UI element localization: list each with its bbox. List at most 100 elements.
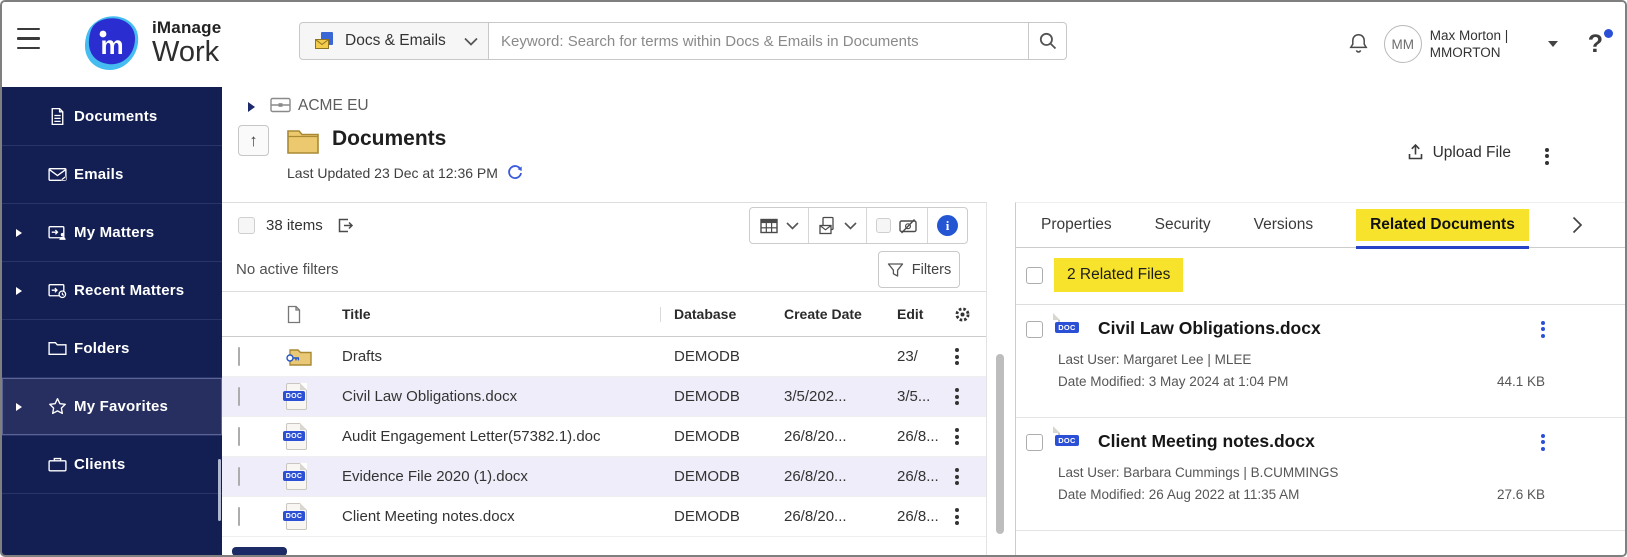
table-row[interactable]: DOC Evidence File 2020 (1).docx DEMODB 2… [222,457,986,497]
sidebar-item-recent-matters[interactable]: Recent Matters [2,261,222,319]
tab-related-documents[interactable]: Related Documents [1356,209,1529,249]
row-more-options-icon[interactable] [955,505,959,527]
file-checkbox[interactable] [1026,434,1043,451]
file-checkbox[interactable] [1026,321,1043,338]
info-icon: i [937,215,958,236]
table-row[interactable]: DOC Civil Law Obligations.docx DEMODB 3/… [222,377,986,417]
sidebar-item-my-favorites[interactable]: My Favorites [2,377,222,435]
preview-toggle-group[interactable] [866,208,927,243]
header-more-options-icon[interactable] [1545,145,1549,167]
tab-properties[interactable]: Properties [1041,216,1112,234]
expand-arrow-icon[interactable] [16,402,22,411]
hamburger-menu-icon[interactable] [17,28,40,50]
sidebar-item-label: Emails [74,166,124,183]
folder-icon [47,338,68,359]
row-checkbox[interactable] [238,347,240,366]
row-checkbox[interactable] [238,467,240,486]
more-tabs-chevron-icon[interactable] [1572,216,1583,234]
file-type-column-icon[interactable] [286,305,342,324]
file-more-options-icon[interactable] [1541,431,1545,453]
row-more-options-icon[interactable] [955,345,959,367]
row-title[interactable]: Civil Law Obligations.docx [342,388,674,405]
imanage-logo-mark-icon: m [82,14,144,72]
sidebar-item-folders[interactable]: Folders [2,319,222,377]
file-more-options-icon[interactable] [1541,318,1545,340]
refresh-icon[interactable] [506,164,524,182]
column-header-title[interactable]: Title [342,306,674,322]
upload-file-label: Upload File [1432,143,1511,161]
row-more-options-icon[interactable] [955,385,959,407]
row-database: DEMODB [674,388,740,405]
breadcrumb-expand-icon[interactable] [248,102,255,112]
list-toolbar: 38 items i [222,202,986,247]
table-row[interactable]: DOC Client Meeting notes.docx DEMODB 26/… [222,497,986,537]
file-title[interactable]: Client Meeting notes.docx [1098,431,1315,452]
search-scope-dropdown[interactable]: Docs & Emails [299,22,489,60]
info-panel-toggle[interactable]: i [927,208,967,243]
word-doc-icon: DOC [283,423,342,450]
column-header-edit-date[interactable]: Edit [897,306,943,322]
chevron-down-icon [844,221,857,230]
row-title[interactable]: Evidence File 2020 (1).docx [342,468,674,485]
table-row[interactable]: Drafts DEMODB 23/ [222,337,986,377]
document-icon [47,106,68,127]
page-title: Documents [332,127,447,150]
docs-and-emails-icon [314,31,335,52]
content-type-dropdown[interactable] [808,208,866,243]
column-header-create-date[interactable]: Create Date [784,306,897,322]
avatar[interactable]: MM [1383,25,1422,63]
row-edit-date: 26/8... [897,508,939,525]
upload-file-button[interactable]: Upload File [1406,143,1511,162]
briefcase-icon [47,454,68,475]
sidebar-item-emails[interactable]: Emails [2,145,222,203]
search-icon [1038,31,1058,51]
panel-tabs: Properties Security Versions Related Doc… [1016,203,1625,249]
sidebar-item-label: Documents [74,107,158,125]
navigate-up-button[interactable]: ↑ [238,125,269,156]
horizontal-scrollbar[interactable] [232,547,287,555]
table-view-icon [759,217,779,235]
help-notification-dot [1604,28,1613,38]
row-title[interactable]: Drafts [342,348,674,365]
column-header-database[interactable]: Database [660,306,784,322]
table-row[interactable]: DOC Audit Engagement Letter(57382.1).doc… [222,417,986,457]
row-more-options-icon[interactable] [955,425,959,447]
tab-versions[interactable]: Versions [1254,216,1313,234]
notifications-bell-icon[interactable] [1345,31,1372,58]
expand-arrow-icon[interactable] [16,228,22,237]
sidebar-item-my-matters[interactable]: My Matters [2,203,222,261]
details-panel: Properties Security Versions Related Doc… [1015,202,1625,555]
sidebar-item-documents[interactable]: Documents [2,87,222,145]
breadcrumb-workspace[interactable]: ACME EU [298,97,369,115]
related-file-card[interactable]: DOC Client Meeting notes.docx Last User:… [1016,418,1625,531]
select-all-checkbox[interactable] [238,216,255,234]
row-title[interactable]: Audit Engagement Letter(57382.1).doc [342,428,674,445]
user-menu-caret-icon[interactable] [1547,41,1558,47]
select-all-related-checkbox[interactable] [1026,267,1043,284]
filters-button[interactable]: Filters [878,251,960,288]
word-doc-icon: DOC [1055,426,1079,446]
row-checkbox[interactable] [238,387,240,406]
search-input[interactable] [489,22,1029,60]
row-checkbox[interactable] [238,507,240,526]
tab-security[interactable]: Security [1155,216,1211,234]
related-file-card[interactable]: DOC Civil Law Obligations.docx Last User… [1016,305,1625,418]
row-checkbox[interactable] [238,427,240,446]
file-date-modified: Date Modified: 3 May 2024 at 1:04 PM [1058,374,1289,389]
recent-matters-icon [47,280,68,301]
help-button[interactable]: ? [1588,28,1613,59]
row-more-options-icon[interactable] [955,465,959,487]
search-button[interactable] [1029,22,1067,60]
sidebar-item-clients[interactable]: Clients [2,435,222,493]
sidebar-scrollbar[interactable] [218,459,221,521]
table-view-dropdown[interactable] [750,208,808,243]
column-settings-gear-icon[interactable] [953,305,972,324]
expand-arrow-icon[interactable] [16,286,22,295]
export-icon[interactable] [336,216,355,235]
vertical-scrollbar[interactable] [996,354,1004,534]
preview-checkbox[interactable] [876,218,891,233]
row-title[interactable]: Client Meeting notes.docx [342,508,674,525]
file-title[interactable]: Civil Law Obligations.docx [1098,318,1321,339]
file-last-user: Last User: Barbara Cummings | B.CUMMINGS [1058,465,1339,480]
logo-text: iManage Work [152,19,221,67]
